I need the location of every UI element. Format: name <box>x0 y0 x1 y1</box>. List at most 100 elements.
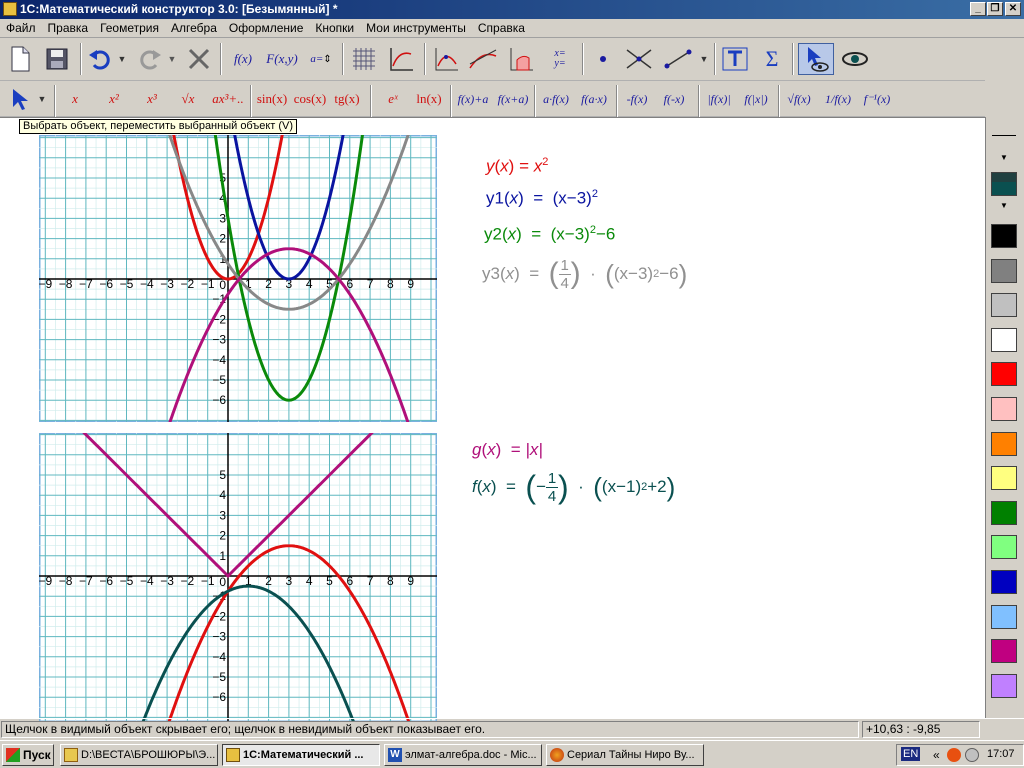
minimize-button[interactable]: _ <box>970 2 986 16</box>
color-swatch[interactable] <box>991 431 1017 456</box>
current-color-swatch[interactable] <box>991 172 1017 196</box>
menu-file[interactable]: Файл <box>0 19 42 38</box>
color-swatch[interactable] <box>991 500 1017 525</box>
color-swatch[interactable] <box>991 604 1017 629</box>
transform-scale-y-button[interactable]: a·f(x) <box>538 83 574 115</box>
fn-sin-button[interactable]: sin(x) <box>254 83 290 115</box>
fn-x2-button[interactable]: x² <box>98 83 130 115</box>
color-dropdown-icon[interactable]: ▼ <box>1000 201 1008 210</box>
formula-f[interactable]: f(x) = (− 14 ) · ((x−1) 2 +2) <box>472 464 675 510</box>
formula-f-eq: = <box>506 477 516 496</box>
color-swatch[interactable] <box>991 466 1017 491</box>
intersection-icon[interactable] <box>622 43 656 75</box>
task-word[interactable]: Wэлмат-алгебра.doc - Mic... <box>384 744 542 766</box>
fn-sqrt-button[interactable]: √x <box>172 83 204 115</box>
transform-f-abs-x-button[interactable]: f(|x|) <box>738 83 774 115</box>
undo-icon[interactable] <box>86 43 114 75</box>
formula-y3-paren-open: ( <box>548 257 559 290</box>
formula-f-paren-close: ) <box>558 468 569 505</box>
color-swatch[interactable] <box>991 397 1017 421</box>
solve-system-button[interactable]: x= y= <box>542 43 578 75</box>
menu-geometry[interactable]: Геометрия <box>94 19 165 38</box>
fn-cos-button[interactable]: cos(x) <box>292 83 328 115</box>
formula-y[interactable]: y(x) = x2 <box>486 156 548 177</box>
close-button[interactable]: ✕ <box>1005 2 1021 16</box>
save-icon[interactable] <box>42 43 72 75</box>
segment-icon[interactable] <box>660 43 696 75</box>
menu-edit[interactable]: Правка <box>42 19 95 38</box>
formula-y2[interactable]: y2(x) = (x−3)2−6 <box>484 224 615 245</box>
fn-ln-button[interactable]: ln(x) <box>412 83 446 115</box>
transform-abs-f-button[interactable]: |f(x)| <box>702 83 736 115</box>
delete-icon[interactable] <box>184 43 214 75</box>
fn-tg-button[interactable]: tg(x) <box>330 83 364 115</box>
visibility-eye-icon[interactable] <box>838 43 872 75</box>
color-swatch[interactable] <box>991 570 1017 594</box>
undo-dropdown-icon[interactable]: ▼ <box>116 43 128 75</box>
color-swatch[interactable] <box>991 224 1017 248</box>
axes-icon[interactable] <box>384 43 418 75</box>
color-swatch[interactable] <box>991 293 1017 318</box>
start-button[interactable]: Пуск <box>2 744 54 766</box>
graph-1[interactable]: −9 −8 −7 −6 −5 −4 −3 −2 −1 1 2 3 4 5 6 7 8 954321−1−2−3−4… <box>39 135 437 422</box>
maximize-button[interactable]: ❐ <box>987 2 1003 16</box>
fn-poly-button[interactable]: ax³+.. <box>208 83 248 115</box>
taskbar: Пуск D:\ВЕСТА\БРОШЮРЫ\Э... 1С:Математиче… <box>0 740 1024 768</box>
formula-g-arg: x <box>487 440 496 459</box>
menu-my-tools[interactable]: Мои инструменты <box>360 19 472 38</box>
menu-format[interactable]: Оформление <box>223 19 309 38</box>
task-firefox[interactable]: Сериал Тайны Ниро Ву... <box>546 744 704 766</box>
redo-dropdown-icon[interactable]: ▼ <box>166 43 178 75</box>
graph-point-icon[interactable] <box>430 43 462 75</box>
text-tool-icon[interactable] <box>718 43 752 75</box>
area-icon[interactable] <box>504 43 538 75</box>
menu-buttons[interactable]: Кнопки <box>309 19 360 38</box>
tray-app-icon[interactable] <box>947 748 961 762</box>
transform-fx-plus-a-button[interactable]: f(x)+a <box>454 83 492 115</box>
parameter-button[interactable]: a= ⇕ <box>304 43 338 75</box>
color-swatch[interactable] <box>991 639 1017 664</box>
formula-g-name: g <box>472 440 482 459</box>
fn-x3-button[interactable]: x³ <box>136 83 168 115</box>
select-arrow-icon[interactable] <box>6 83 32 115</box>
function-fx-button[interactable]: f(x) <box>226 43 260 75</box>
transform-fx-shift-button[interactable]: f(x+a) <box>494 83 532 115</box>
drawing-canvas[interactable]: −9 −8 −7 −6 −5 −4 −3 −2 −1 1 2 3 4 5 6 7 8 9 5 4 3 2 1 −1 −2 −3 −4… <box>0 117 985 722</box>
point-icon[interactable] <box>588 43 618 75</box>
select-eye-icon[interactable] <box>798 43 834 75</box>
language-indicator[interactable]: EN <box>901 747 921 761</box>
transform-finv-button[interactable]: f⁻¹(x) <box>858 83 896 115</box>
task-explorer[interactable]: D:\ВЕСТА\БРОШЮРЫ\Э... <box>60 744 218 766</box>
new-file-icon[interactable] <box>6 43 34 75</box>
redo-icon[interactable] <box>136 43 164 75</box>
color-swatch[interactable] <box>991 673 1017 698</box>
tangent-icon[interactable] <box>466 43 500 75</box>
select-dropdown-icon[interactable]: ▼ <box>36 83 48 115</box>
function-fxy-button[interactable]: F(x,y) <box>262 43 302 75</box>
color-swatch[interactable] <box>991 258 1017 283</box>
sigma-button[interactable]: Σ <box>756 43 788 75</box>
tray-expand-icon[interactable]: « <box>933 748 940 762</box>
x-tick-label: 4 <box>306 277 313 291</box>
color-swatch[interactable] <box>991 362 1017 387</box>
menu-algebra[interactable]: Алгебра <box>165 19 223 38</box>
menu-help[interactable]: Справка <box>472 19 531 38</box>
grid-icon[interactable] <box>348 43 380 75</box>
fn-x-button[interactable]: x <box>60 83 90 115</box>
segment-dropdown-icon[interactable]: ▼ <box>698 43 710 75</box>
fn-exp-button[interactable]: eˣ <box>376 83 410 115</box>
task-math-constructor[interactable]: 1С:Математический ... <box>222 744 380 766</box>
formula-y1[interactable]: y1(x) = (x−3)2 <box>486 188 598 209</box>
transform-scale-x-button[interactable]: f(a·x) <box>576 83 612 115</box>
graph-2[interactable]: −9 −8 −7 −6 −5 −4 −3 −2 −1 1 2 3 4 5 6 7 8 954321−1−2−3−4… <box>39 433 437 722</box>
transform-inverse-button[interactable]: 1/f(x) <box>820 83 856 115</box>
line-style-dropdown-icon[interactable]: ▼ <box>1000 153 1008 162</box>
color-swatch[interactable] <box>991 535 1017 560</box>
transform-neg-f-button[interactable]: -f(x) <box>620 83 654 115</box>
tray-volume-icon[interactable] <box>965 748 979 762</box>
formula-g[interactable]: g(x) = |x| <box>472 440 543 460</box>
transform-f-neg-x-button[interactable]: f(-x) <box>656 83 692 115</box>
transform-sqrt-f-button[interactable]: √f(x) <box>782 83 816 115</box>
color-swatch[interactable] <box>991 327 1017 352</box>
formula-y3[interactable]: y3(x) = ( 14 ) · ((x−3) 2 −6) <box>482 252 687 296</box>
